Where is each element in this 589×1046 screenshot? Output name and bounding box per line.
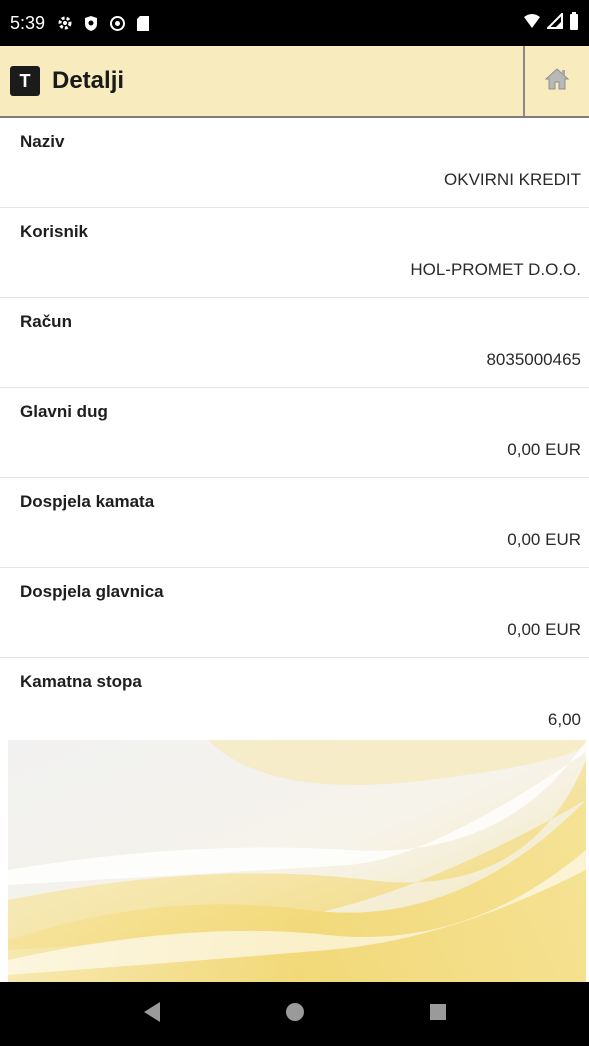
home-circle-icon[interactable]	[285, 1002, 305, 1027]
detail-value: 0,00 EUR	[507, 620, 581, 639]
home-icon	[544, 66, 570, 97]
status-bar: 5:39	[0, 0, 589, 46]
home-button[interactable]	[523, 46, 589, 116]
navigation-bar	[0, 982, 589, 1046]
details-list: Naziv OKVIRNI KREDIT Korisnik HOL-PROMET…	[0, 118, 589, 748]
detail-row-naziv: Naziv OKVIRNI KREDIT	[0, 118, 589, 208]
detail-label: Korisnik	[20, 222, 89, 241]
detail-row-dospjela-kamata: Dospjela kamata 0,00 EUR	[0, 478, 589, 568]
status-time: 5:39	[10, 12, 46, 33]
app-logo: T	[10, 66, 40, 96]
detail-value: 0,00 EUR	[507, 440, 581, 459]
detail-row-racun: Račun 8035000465	[0, 298, 589, 388]
detail-value: OKVIRNI KREDIT	[444, 170, 581, 189]
wifi-icon	[523, 13, 541, 34]
signal-icon	[545, 11, 563, 34]
detail-row-korisnik: Korisnik HOL-PROMET D.O.O.	[0, 208, 589, 298]
back-icon[interactable]	[142, 1001, 162, 1028]
app-logo-letter: T	[19, 70, 31, 91]
detail-value: 6,00	[547, 710, 581, 729]
recents-icon[interactable]	[429, 1003, 447, 1026]
status-icons-right	[523, 11, 579, 35]
detail-value: 8035000465	[486, 350, 581, 369]
detail-label: Dospjela kamata	[20, 492, 155, 511]
app-bar: T Detalji	[0, 46, 589, 118]
shield-icon	[83, 15, 99, 32]
sync-icon	[109, 15, 126, 32]
detail-label: Glavni dug	[20, 402, 108, 421]
detail-row-glavni-dug: Glavni dug 0,00 EUR	[0, 388, 589, 478]
detail-row-kamatna-stopa: Kamatna stopa 6,00	[0, 658, 589, 748]
detail-row-dospjela-glavnica: Dospjela glavnica 0,00 EUR	[0, 568, 589, 658]
detail-value: HOL-PROMET D.O.O.	[410, 260, 581, 279]
battery-icon	[569, 11, 579, 35]
page-title: Detalji	[52, 67, 125, 94]
detail-label: Dospjela glavnica	[20, 582, 164, 601]
detail-label: Kamatna stopa	[20, 672, 142, 691]
detail-label: Račun	[20, 312, 72, 331]
detail-value: 0,00 EUR	[507, 530, 581, 549]
decorative-wave-background	[8, 740, 586, 982]
settings-icon	[57, 15, 73, 31]
sd-card-icon	[136, 15, 150, 32]
detail-label: Naziv	[20, 132, 65, 151]
status-icons-left	[57, 15, 150, 32]
